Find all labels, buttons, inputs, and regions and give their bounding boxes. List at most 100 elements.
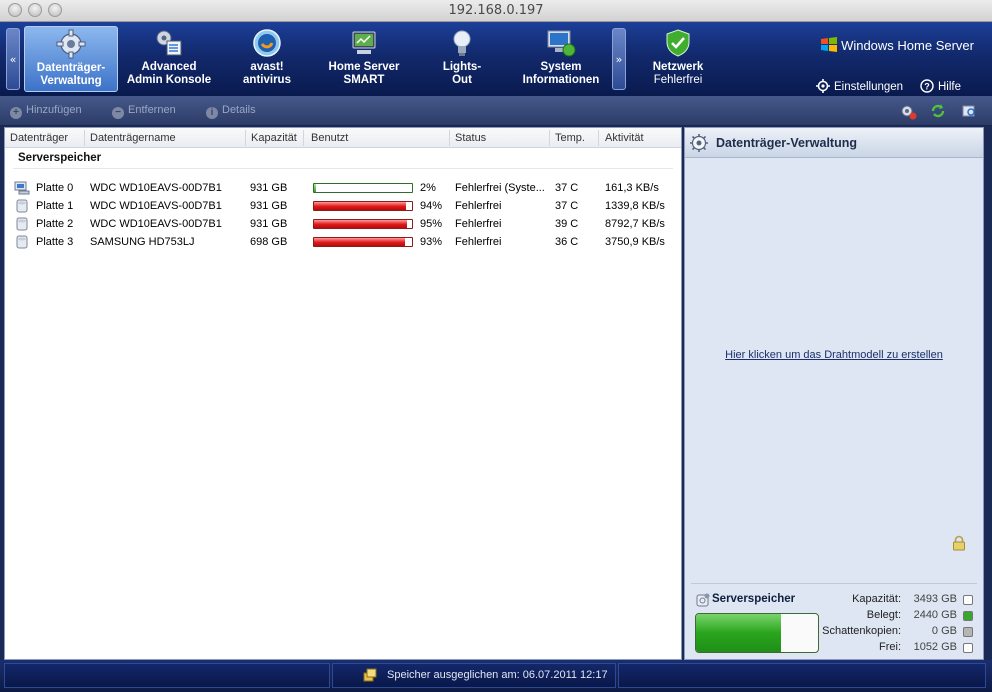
window-title: 192.168.0.197 [448,3,544,18]
disk-icon [16,235,28,249]
column-separator [303,130,304,146]
column-header-capacity[interactable]: Kapazität [251,132,297,144]
table-row[interactable]: Platte 2 WDC WD10EAVS-00D7B1 931 GB 95% … [5,215,681,233]
disk-temperature: 39 C [555,218,579,230]
nav-item-system-info[interactable]: System Informationen [513,26,609,92]
column-header-status[interactable]: Status [455,132,486,144]
server-storage-icon [696,593,710,607]
disk-capacity: 931 GB [250,200,288,212]
nav-item-label: Lights- [442,61,482,73]
disk-status: Fehlerfrei (Syste... [455,182,545,194]
nav-item-disk-management[interactable]: Datenträger- Verwaltung [24,26,118,92]
disk-capacity: 698 GB [250,236,288,248]
disk-usage-fill [314,238,406,246]
windows-home-server-logo: Windows Home Server [820,36,974,53]
nav-item-label: Netzwerk [652,61,704,73]
lock-icon[interactable] [952,535,966,551]
lightbulb-icon [453,30,471,56]
network-status-text: Fehlerfrei [653,74,703,86]
nav-item-avast[interactable]: avast! antivirus [222,26,312,92]
help-icon: ? [920,79,934,93]
details-button[interactable]: i Details [206,104,256,119]
disk-capacity: 931 GB [250,218,288,230]
nav-item-home-server-smart[interactable]: Home Server SMART [318,26,410,92]
status-segment [618,663,986,688]
nav-scroll-right-button[interactable]: » [612,28,626,90]
system-info-icon [547,30,576,57]
disk-usage-bar [313,183,413,193]
column-header-activity[interactable]: Aktivität [605,132,644,144]
table-row[interactable]: Platte 1 WDC WD10EAVS-00D7B1 931 GB 94% … [5,197,681,215]
nav-item-lights-out[interactable]: Lights- Out [428,26,496,92]
brand-name: Windows Home Server [841,38,974,53]
remove-label: Entfernen [128,104,176,116]
disk-settings-icon[interactable] [899,102,917,120]
disk-activity: 161,3 KB/s [605,182,659,194]
settings-gear-icon [816,79,830,93]
disk-usage-bar [313,219,413,229]
help-link[interactable]: ? Hilfe [920,79,961,93]
disk-icon [16,217,28,231]
nav-item-advanced-admin[interactable]: Advanced Admin Konsole [123,26,215,92]
table-header: Datenträger Datenträgername Kapazität Be… [5,128,681,148]
disk-table-pane: Datenträger Datenträgername Kapazität Be… [4,127,682,660]
column-separator [449,130,450,146]
storage-legend-swatch [963,611,973,621]
storage-stat-value: 2440 GB [913,609,957,621]
server-view-icon[interactable] [960,102,978,120]
nav-item-network-status[interactable]: Netzwerk Fehlerfrei [636,26,720,92]
plus-icon: + [10,107,22,119]
disk-capacity: 931 GB [250,182,288,194]
column-header-temp[interactable]: Temp. [555,132,585,144]
nav-item-label: Admin Konsole [126,74,212,86]
group-divider [13,168,673,169]
column-header-name[interactable]: Datenträgername [90,132,176,144]
table-row[interactable]: Platte 0 WDC WD10EAVS-00D7B1 931 GB 2% F… [5,179,681,197]
storage-balanced-icon [363,668,377,682]
disk-name: WDC WD10EAVS-00D7B1 [90,200,222,212]
svg-text:?: ? [924,82,930,92]
refresh-icon[interactable] [929,102,947,120]
add-disk-button[interactable]: + Hinzufügen [10,104,82,119]
remove-disk-button[interactable]: − Entfernen [112,104,176,119]
disk-id: Platte 1 [36,200,74,212]
shield-check-icon [666,29,690,57]
windows-flag-icon [821,37,838,52]
disk-usage-bar [313,201,413,211]
column-header-used[interactable]: Benutzt [311,132,348,144]
nav-item-label: Datenträger- [36,62,106,74]
nav-item-label: Verwaltung [40,75,102,87]
system-disk-icon [14,181,30,195]
disk-id: Platte 3 [36,236,74,248]
nav-item-label: avast! [250,61,284,73]
settings-label: Einstellungen [834,81,904,93]
disk-usage-bar [313,237,413,247]
disk-usage-fill [314,202,407,210]
nav-scroll-left-button[interactable]: « [6,28,20,90]
disk-smart-icon [352,31,376,54]
disk-activity: 3750,9 KB/s [605,236,665,248]
disk-usage-fill [314,220,408,228]
disk-id: Platte 0 [36,182,74,194]
status-segment [4,663,330,688]
disk-temperature: 37 C [555,182,579,194]
nav-item-label: Advanced [141,61,197,73]
minus-icon: − [112,107,124,119]
column-header-disk[interactable]: Datenträger [10,132,68,144]
disk-status: Fehlerfrei [455,218,502,230]
storage-title: Serverspeicher [712,593,796,605]
gear-icon [690,134,708,152]
settings-link[interactable]: Einstellungen [816,79,903,93]
nav-item-label: Out [452,74,472,86]
create-wireframe-link[interactable]: Hier klicken um das Drahtmodell zu erste… [685,349,983,361]
storage-stat-value: 0 GB [931,625,957,637]
disk-id: Platte 2 [36,218,74,230]
storage-usage-bar [695,613,819,653]
admin-console-icon [156,30,182,56]
details-panel: Datenträger-Verwaltung Hier klicken um d… [684,127,984,660]
disk-activity: 8792,7 KB/s [605,218,665,230]
disk-status: Fehlerfrei [455,200,502,212]
table-row[interactable]: Platte 3 SAMSUNG HD753LJ 698 GB 93% Fehl… [5,233,681,251]
help-label: Hilfe [938,81,962,93]
group-header-serverspeicher: Serverspeicher [18,152,102,164]
